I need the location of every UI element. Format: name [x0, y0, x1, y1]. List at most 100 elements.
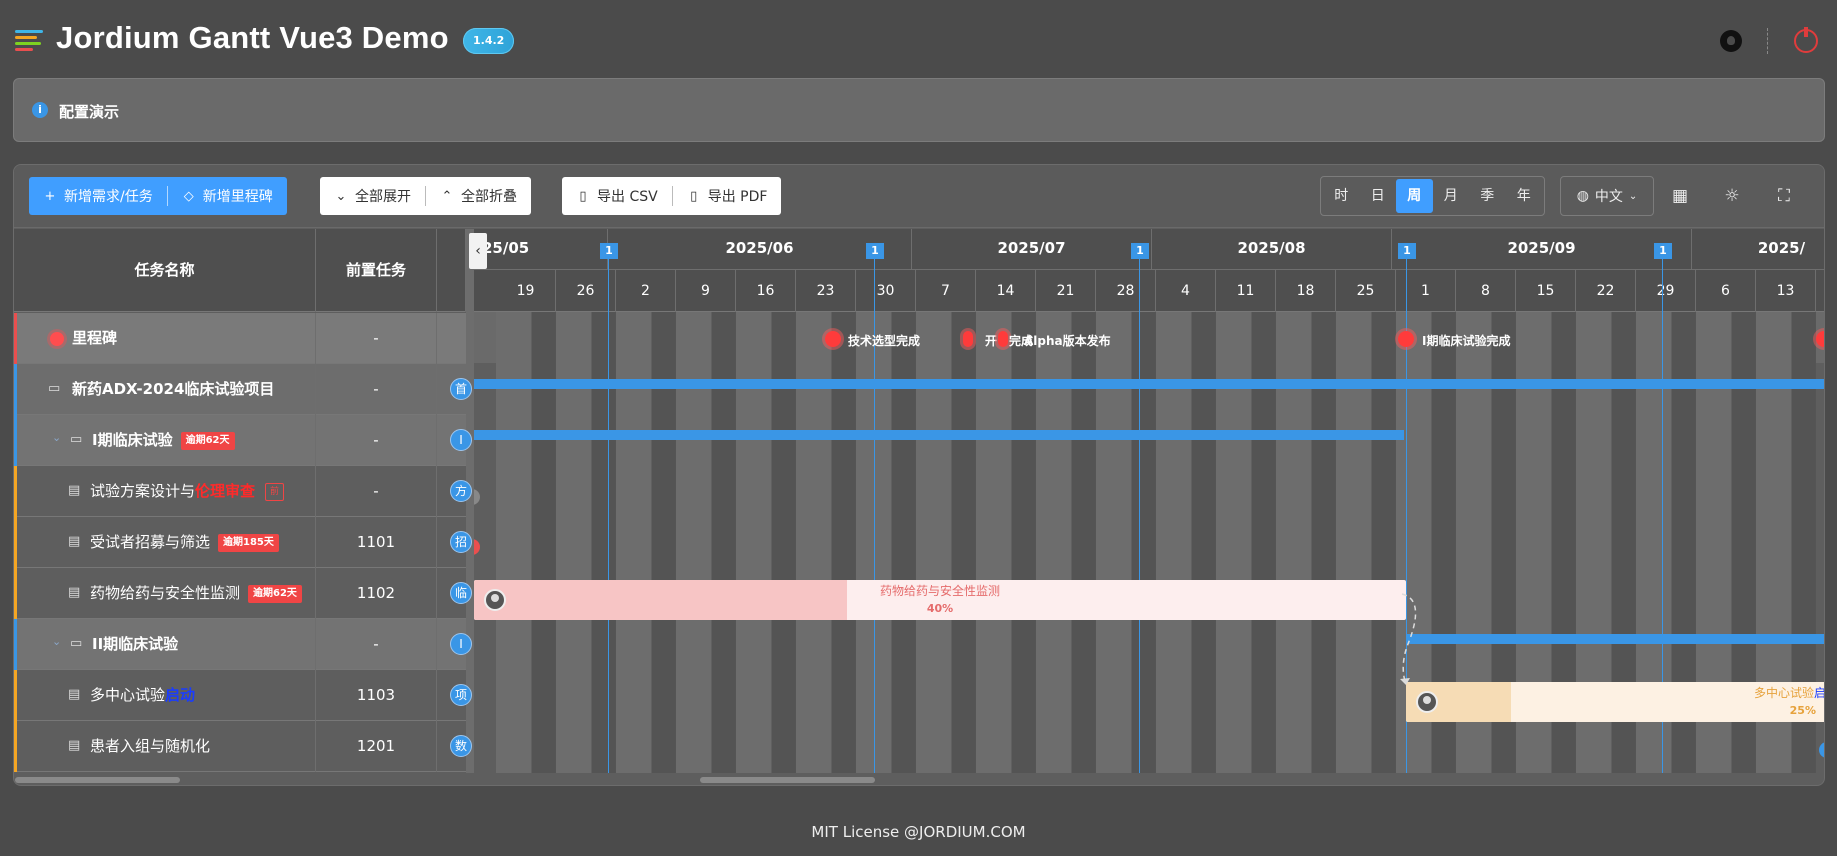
config-panel[interactable]: i 配置演示 — [13, 78, 1825, 142]
table-row[interactable]: ▤ 患者入组与随机化 1201 数 — [14, 721, 472, 772]
sprint-line — [874, 243, 875, 773]
milestone-marker[interactable] — [1398, 331, 1414, 347]
sun-icon[interactable]: ☼ — [1722, 186, 1742, 206]
table-row[interactable]: ⌄ ▭ II期临床试验 - I — [14, 619, 472, 670]
scale-week[interactable]: 周 — [1396, 179, 1433, 213]
diamond-icon: ◇ — [183, 188, 194, 204]
sprint-tag[interactable]: 1 — [866, 243, 884, 259]
chevron-down-icon[interactable]: ⌄ — [52, 635, 61, 648]
week-label: 1 — [1396, 270, 1456, 312]
table-row[interactable]: ▤ 试验方案设计与伦理审查前 - 方 — [14, 466, 472, 517]
col-predecessor[interactable]: 前置任务 — [316, 229, 437, 312]
task-bar[interactable]: 多中心试验启 25% — [1406, 682, 1824, 722]
gantt-toolbar: + 新增需求/任务 ◇ 新增里程碑 ⌄ 全部展开 ⌃ 全部折叠 ▯ 导出 CSV ▯ 导出 … — [14, 165, 1824, 228]
chevron-down-icon: ⌄ — [335, 188, 347, 204]
folder-icon: ▭ — [48, 381, 61, 396]
gantt-panel: + 新增需求/任务 ◇ 新增里程碑 ⌄ 全部展开 ⌃ 全部折叠 ▯ 导出 CSV ▯ 导出 … — [13, 164, 1825, 786]
expand-all-button[interactable]: ⌄ 全部展开 — [320, 177, 425, 215]
sprint-line — [1139, 243, 1140, 773]
collapse-table-button[interactable]: ‹ — [469, 233, 487, 269]
phase2-summary-bar[interactable] — [1406, 634, 1824, 644]
week-label: 29 — [1636, 270, 1696, 312]
week-label: 13 — [1756, 270, 1816, 312]
table-row[interactable]: ▤ 多中心试验启动 1103 项 — [14, 670, 472, 721]
menu-logo-icon[interactable] — [15, 30, 43, 54]
dependency-arrow — [1400, 593, 1417, 685]
month-label: 2025/ — [1692, 229, 1824, 270]
time-scale-switch: 时 日 周 月 季 年 — [1320, 176, 1545, 216]
milestone-marker[interactable] — [963, 331, 973, 347]
week-label: 30 — [856, 270, 916, 312]
col-task-name[interactable]: 任务名称 — [14, 229, 316, 312]
project-summary-bar[interactable] — [474, 379, 1824, 389]
scale-hour[interactable]: 时 — [1323, 179, 1360, 213]
col-extra — [437, 229, 466, 312]
version-badge: 1.4.2 — [463, 28, 515, 54]
github-icon[interactable] — [1720, 30, 1742, 52]
globe-icon: ◍ — [1576, 188, 1589, 204]
config-label: 配置演示 — [59, 103, 120, 121]
scale-day[interactable]: 日 — [1360, 179, 1397, 213]
plus-icon: + — [44, 188, 56, 204]
week-label: 6 — [1696, 270, 1756, 312]
table-row[interactable]: ⌄ ▭ I期临床试验 逾期62天 - I — [14, 415, 472, 466]
overdue-badge: 逾期185天 — [218, 533, 279, 552]
milestone-marker[interactable] — [825, 331, 841, 347]
sprint-tag[interactable]: 1 — [1398, 243, 1416, 259]
week-label: 18 — [1276, 270, 1336, 312]
week-label: 28 — [1096, 270, 1156, 312]
tag-badge: 前 — [265, 482, 285, 501]
top-bar: Jordium Gantt Vue3 Demo 1.4.2 — [0, 0, 1837, 80]
overdue-badge: 逾期62天 — [180, 431, 235, 450]
week-label: 25 — [1336, 270, 1396, 312]
table-row[interactable]: ▤ 药物给药与安全性监测 逾期62天 1102 临 — [14, 568, 472, 619]
sprint-tag[interactable]: 1 — [1131, 243, 1149, 259]
task-table: 任务名称 前置任务 里程碑 - ▭ 新药ADX-2024临床试验项目 - 首 ⌄… — [14, 229, 472, 773]
row-avatar-badge: I — [450, 633, 472, 655]
scale-quarter[interactable]: 季 — [1469, 179, 1506, 213]
month-label: 2025/08 — [1152, 229, 1392, 270]
table-row[interactable]: ▭ 新药ADX-2024临床试验项目 - 首 — [14, 364, 472, 415]
phase1-summary-bar[interactable] — [474, 430, 1404, 440]
sprint-tag[interactable]: 1 — [600, 243, 618, 259]
table-scrollbar[interactable] — [15, 777, 180, 783]
table-row[interactable]: ▤ 受试者招募与筛选 逾期185天 1101 招 — [14, 517, 472, 568]
week-label: 26 — [556, 270, 616, 312]
add-milestone-button[interactable]: ◇ 新增里程碑 — [168, 177, 287, 215]
week-label: 4 — [1156, 270, 1216, 312]
export-csv-button[interactable]: ▯ 导出 CSV — [562, 177, 672, 215]
timeline-month-header: 25/05 2025/06 2025/07 2025/08 2025/09 20… — [474, 229, 1824, 270]
app-title: Jordium Gantt Vue3 Demo — [56, 20, 449, 55]
expand-button-group: ⌄ 全部展开 ⌃ 全部折叠 — [320, 177, 531, 215]
milestone-marker[interactable] — [998, 331, 1008, 347]
row-avatar-badge: 方 — [450, 480, 472, 502]
task-bar[interactable]: 药物给药与安全性监测 40% — [474, 580, 1406, 620]
scale-year[interactable]: 年 — [1506, 179, 1543, 213]
week-label: 16 — [736, 270, 796, 312]
scale-month[interactable]: 月 — [1433, 179, 1470, 213]
sprint-tag[interactable]: 1 — [1654, 243, 1672, 259]
week-label: 22 — [1576, 270, 1636, 312]
folder-icon: ▭ — [70, 636, 83, 651]
power-icon[interactable] — [1794, 27, 1818, 53]
file-icon: ▯ — [579, 188, 587, 204]
timeline-scrollbar[interactable] — [700, 777, 875, 783]
fullscreen-icon[interactable]: ⛶ — [1774, 186, 1794, 206]
month-label: 25/05 — [474, 229, 608, 270]
table-row[interactable]: 里程碑 - — [14, 313, 466, 364]
milestone-marker[interactable] — [1816, 331, 1824, 347]
language-select[interactable]: ◍ 中文 ⌄ — [1560, 176, 1654, 216]
export-pdf-button[interactable]: ▯ 导出 PDF — [673, 177, 782, 215]
folder-icon: ▭ — [70, 432, 83, 447]
week-label: 14 — [976, 270, 1036, 312]
week-label: 9 — [676, 270, 736, 312]
collapse-all-button[interactable]: ⌃ 全部折叠 — [426, 177, 531, 215]
week-label: 8 — [1456, 270, 1516, 312]
calendar-icon[interactable]: ▦ — [1670, 186, 1690, 206]
document-icon: ▤ — [68, 585, 81, 600]
chevron-down-icon[interactable]: ⌄ — [52, 431, 61, 444]
week-label: 23 — [796, 270, 856, 312]
document-icon: ▤ — [68, 534, 81, 549]
divider — [1767, 28, 1768, 54]
add-task-button[interactable]: + 新增需求/任务 — [29, 177, 167, 215]
